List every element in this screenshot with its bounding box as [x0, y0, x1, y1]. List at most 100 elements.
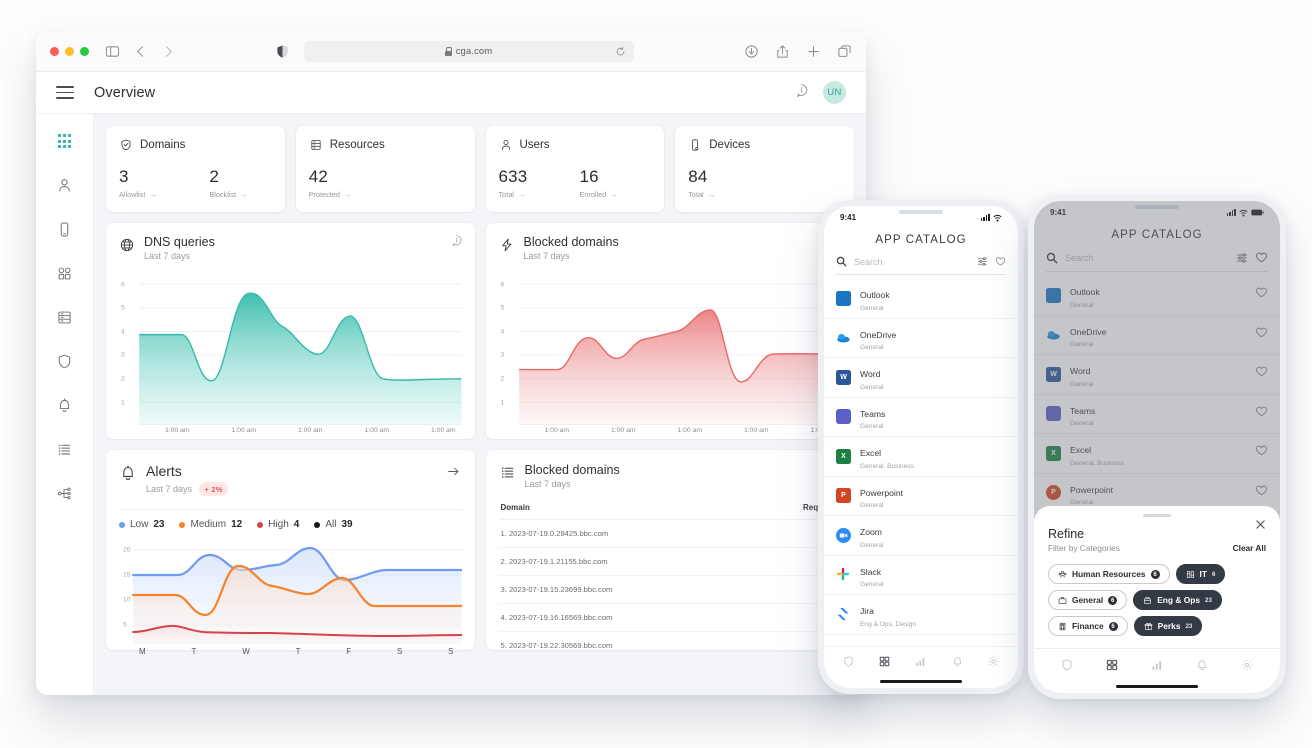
- powerpoint-icon: P: [836, 488, 851, 504]
- legend-item-high[interactable]: High 4: [257, 519, 299, 530]
- stat-card-devices[interactable]: Devices 84 Total →: [675, 126, 854, 212]
- chip-finance[interactable]: Finance 6: [1048, 616, 1128, 636]
- sidebar-item-apps-grid[interactable]: [54, 130, 76, 152]
- downloads-icon[interactable]: [744, 44, 759, 59]
- list-item[interactable]: Outlook General: [824, 279, 1018, 319]
- search-bar[interactable]: Search: [836, 256, 1006, 275]
- tab-shield[interactable]: [1060, 658, 1074, 677]
- url-bar[interactable]: cga.com: [303, 40, 634, 62]
- list-item[interactable]: Slack General: [824, 556, 1018, 595]
- info-icon[interactable]: [794, 83, 809, 103]
- legend-item-medium[interactable]: Medium 12: [179, 519, 242, 530]
- table-row[interactable]: 1. 2023-07-19.0.28425.bbc.com 2: [498, 520, 841, 549]
- arrow-right-icon[interactable]: [446, 464, 461, 484]
- legend-item-all[interactable]: All 39: [314, 519, 353, 530]
- tab-alerts[interactable]: [951, 655, 964, 673]
- chip-perks[interactable]: Perks 23: [1133, 616, 1203, 636]
- legend-label: Medium: [190, 519, 227, 531]
- tab-reports[interactable]: [1150, 658, 1164, 677]
- alerts-x-axis: M T W T F S S: [119, 647, 462, 656]
- app-name: Zoom: [860, 527, 882, 537]
- reload-icon[interactable]: [615, 45, 626, 57]
- forward-icon[interactable]: [161, 44, 176, 59]
- chip-label: Eng & Ops: [1157, 595, 1201, 605]
- tab-shield[interactable]: [842, 655, 855, 673]
- app-category: General, Business: [860, 462, 914, 470]
- sidebar-item-catalog[interactable]: [54, 262, 76, 284]
- avatar[interactable]: UN: [823, 81, 846, 104]
- chip-general[interactable]: General 6: [1048, 590, 1128, 610]
- list-item[interactable]: OneDrive General: [824, 319, 1018, 358]
- sheet-subtitle: Filter by Categories: [1048, 543, 1120, 553]
- app-list: Outlook General OneDrive General W Word Gen…: [824, 279, 1018, 674]
- list-item[interactable]: Jira Eng & Ops, Design: [824, 595, 1018, 635]
- stat-card-users[interactable]: Users 633 Total → 16 Enrolled →: [485, 126, 665, 212]
- arrow-right-icon[interactable]: →: [518, 190, 526, 199]
- tab-catalog[interactable]: [878, 655, 891, 673]
- bolt-slash-icon: [501, 238, 511, 252]
- legend-item-low[interactable]: Low 23: [119, 519, 164, 530]
- list-item[interactable]: W Word General: [824, 358, 1018, 398]
- tabs-icon[interactable]: [837, 44, 852, 59]
- tab-alerts[interactable]: [1195, 658, 1209, 677]
- maximize-window-button[interactable]: [80, 46, 89, 56]
- chip-eng-ops[interactable]: Eng & Ops 23: [1133, 590, 1222, 610]
- search-input[interactable]: Search: [854, 257, 970, 267]
- x-tick: W: [242, 647, 250, 657]
- close-icon[interactable]: [1254, 518, 1267, 536]
- dns-queries-svg: [139, 284, 462, 426]
- alerts-title: Alerts: [146, 463, 182, 479]
- sheet-grabber[interactable]: [1143, 514, 1171, 517]
- table-row[interactable]: 5. 2023-07-19.22.30569.bbc.com 2: [499, 632, 842, 650]
- sidebar-icon[interactable]: [105, 44, 120, 59]
- close-window-button[interactable]: [50, 46, 59, 56]
- app-name: Slack: [860, 566, 882, 577]
- table-row[interactable]: 4. 2023-07-19.16.16569.bbc.com 2: [498, 604, 841, 633]
- list-item[interactable]: P Powerpoint General: [824, 477, 1018, 516]
- sidebar-item-topology[interactable]: [54, 482, 76, 504]
- app-name: Teams: [860, 408, 886, 419]
- sidebar-item-resources[interactable]: [54, 306, 76, 328]
- list-item[interactable]: X Excel General, Business: [824, 437, 1018, 477]
- share-icon[interactable]: [775, 44, 790, 59]
- stat-title: Resources: [329, 139, 385, 151]
- list-item[interactable]: Zoom General: [824, 516, 1018, 556]
- tab-settings[interactable]: [987, 655, 1000, 673]
- chip-human-resources[interactable]: Human Resources 6: [1048, 564, 1170, 584]
- legend-label: Low: [130, 519, 149, 531]
- arrow-right-icon[interactable]: →: [240, 190, 248, 199]
- back-icon[interactable]: [133, 44, 148, 59]
- chip-count: 6: [1108, 595, 1118, 605]
- hamburger-icon[interactable]: [36, 86, 94, 99]
- sidebar-item-devices[interactable]: [54, 218, 76, 240]
- sidebar-item-users[interactable]: [54, 174, 76, 196]
- filter-sliders-icon[interactable]: [977, 256, 988, 267]
- new-tab-icon[interactable]: [806, 44, 821, 59]
- stat-card-resources[interactable]: Resources 42 Protected →: [295, 126, 475, 212]
- stat-label: Allowlist: [119, 189, 146, 199]
- tab-catalog[interactable]: [1105, 658, 1119, 677]
- chip-label: Perks: [1157, 621, 1181, 631]
- sidebar-item-security[interactable]: [54, 350, 76, 372]
- cell-domain: 1. 2023-07-19.0.28425.bbc.com: [500, 529, 609, 539]
- arrow-right-icon[interactable]: →: [344, 190, 352, 199]
- heart-icon[interactable]: [995, 256, 1006, 267]
- sidebar-item-logs[interactable]: [54, 438, 76, 460]
- arrow-right-icon[interactable]: →: [708, 190, 716, 199]
- tab-settings[interactable]: [1240, 658, 1254, 677]
- info-icon[interactable]: [450, 234, 463, 252]
- arrow-right-icon[interactable]: →: [610, 190, 618, 199]
- table-row[interactable]: 2. 2023-07-19.1.21155.bbc.com 2: [498, 548, 841, 577]
- list-item[interactable]: Teams General: [824, 398, 1018, 437]
- url-text: cga.com: [455, 45, 493, 57]
- table-row[interactable]: 3. 2023-07-19.15.23699.bbc.com 2: [498, 576, 841, 605]
- chip-it[interactable]: IT 6: [1175, 564, 1226, 584]
- tab-reports[interactable]: [914, 655, 927, 673]
- arrow-right-icon[interactable]: →: [149, 190, 157, 199]
- privacy-shield-icon[interactable]: [275, 44, 290, 59]
- stat-card-domains[interactable]: Domains 3 Allowlist → 2 Blocklist →: [106, 126, 285, 212]
- sidebar-item-alerts[interactable]: [54, 394, 76, 416]
- window-controls[interactable]: [50, 46, 89, 56]
- clear-all-button[interactable]: Clear All: [1233, 543, 1266, 553]
- minimize-window-button[interactable]: [65, 46, 74, 56]
